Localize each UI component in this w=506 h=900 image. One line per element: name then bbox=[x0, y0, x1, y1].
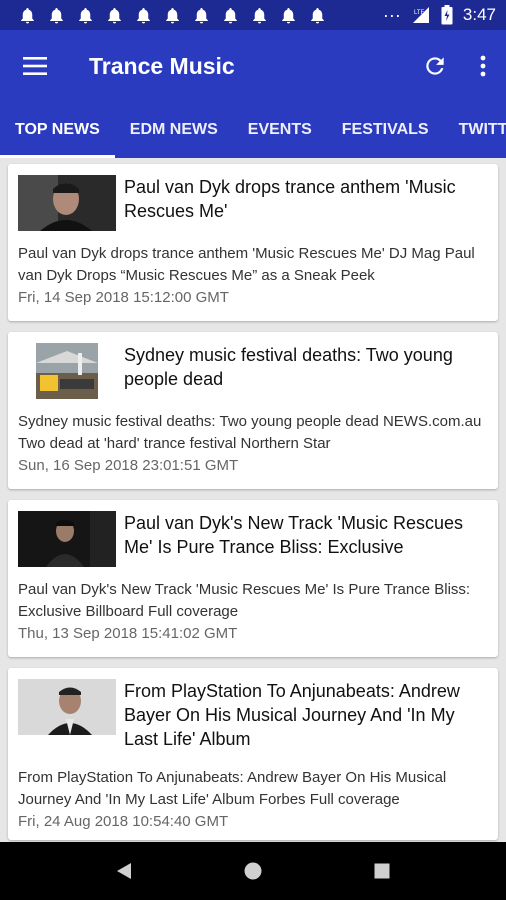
status-bar: ··· LTE 3:47 bbox=[0, 0, 506, 30]
app-bar: Trance Music bbox=[0, 30, 506, 102]
overflow-menu-button[interactable] bbox=[460, 30, 506, 102]
bell-icon bbox=[79, 7, 92, 23]
bell-icon bbox=[282, 7, 295, 23]
bell-icon bbox=[253, 7, 266, 23]
article-thumbnail bbox=[18, 175, 116, 231]
article-title: Sydney music festival deaths: Two young … bbox=[124, 345, 453, 389]
tab-festivals[interactable]: FESTIVALS bbox=[327, 102, 444, 158]
recents-square-icon bbox=[374, 863, 390, 879]
bell-icon bbox=[311, 7, 324, 23]
news-card[interactable]: Paul van Dyk drops trance anthem 'Music … bbox=[8, 164, 498, 321]
article-date: Fri, 24 Aug 2018 10:54:40 GMT bbox=[18, 813, 229, 830]
refresh-icon bbox=[426, 57, 444, 75]
tab-twitter[interactable]: TWITT bbox=[444, 102, 506, 158]
article-thumbnail bbox=[18, 343, 116, 399]
recents-button[interactable] bbox=[352, 842, 412, 900]
notification-icons bbox=[18, 6, 327, 25]
more-notifications-indicator: ··· bbox=[382, 4, 401, 25]
battery-icon bbox=[441, 5, 453, 25]
app-title: Trance Music bbox=[89, 52, 235, 79]
news-feed[interactable]: Paul van Dyk drops trance anthem 'Music … bbox=[0, 158, 506, 842]
article-title: Paul van Dyk drops trance anthem 'Music … bbox=[124, 177, 456, 221]
bell-icon bbox=[224, 7, 237, 23]
bell-icon bbox=[166, 7, 179, 23]
news-card[interactable]: Sydney music festival deaths: Two young … bbox=[8, 332, 498, 489]
network-label: LTE bbox=[414, 10, 425, 16]
bell-icon bbox=[50, 7, 63, 23]
more-vert-icon bbox=[480, 55, 486, 77]
clock: 3:47 bbox=[462, 5, 496, 24]
refresh-button[interactable] bbox=[410, 30, 460, 102]
home-button[interactable] bbox=[223, 842, 283, 900]
article-date: Sun, 16 Sep 2018 23:01:51 GMT bbox=[18, 457, 239, 474]
article-description: From PlayStation To Anjunabeats: Andrew … bbox=[18, 769, 447, 808]
back-button[interactable] bbox=[94, 842, 154, 900]
tab-bar: TOP NEWS EDM NEWS EVENTS FESTIVALS TWITT bbox=[0, 102, 506, 158]
back-triangle-icon bbox=[117, 863, 132, 879]
home-circle-icon bbox=[244, 862, 262, 880]
article-title: From PlayStation To Anjunabeats: Andrew … bbox=[124, 681, 460, 749]
bell-icon bbox=[195, 7, 208, 23]
hamburger-menu-icon bbox=[23, 57, 47, 75]
bell-icon bbox=[21, 7, 34, 23]
news-card[interactable]: Paul van Dyk's New Track 'Music Rescues … bbox=[8, 500, 498, 657]
system-nav-bar bbox=[0, 842, 506, 900]
article-description: Paul van Dyk's New Track 'Music Rescues … bbox=[18, 581, 471, 620]
article-date: Thu, 13 Sep 2018 15:41:02 GMT bbox=[18, 625, 238, 642]
article-title: Paul van Dyk's New Track 'Music Rescues … bbox=[124, 513, 463, 557]
article-description: Paul van Dyk drops trance anthem 'Music … bbox=[18, 245, 475, 284]
news-card[interactable]: From PlayStation To Anjunabeats: Andrew … bbox=[8, 668, 498, 840]
article-description: Sydney music festival deaths: Two young … bbox=[18, 413, 482, 452]
menu-button[interactable] bbox=[0, 30, 70, 102]
bell-icon bbox=[108, 7, 121, 23]
article-thumbnail bbox=[18, 511, 116, 567]
tab-top-news[interactable]: TOP NEWS bbox=[0, 102, 115, 158]
article-date: Fri, 14 Sep 2018 15:12:00 GMT bbox=[18, 289, 229, 306]
tab-edm-news[interactable]: EDM NEWS bbox=[115, 102, 233, 158]
bell-icon bbox=[137, 7, 150, 23]
signal-lte-icon: LTE bbox=[412, 7, 429, 23]
article-thumbnail bbox=[18, 679, 116, 735]
tab-events[interactable]: EVENTS bbox=[233, 102, 327, 158]
